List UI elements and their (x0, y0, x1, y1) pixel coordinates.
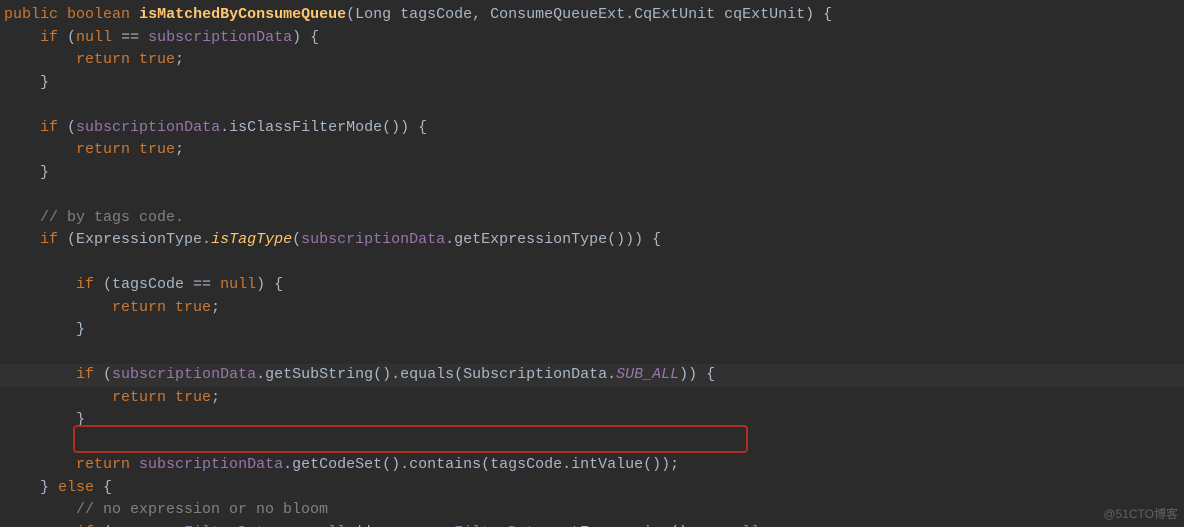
code-line[interactable]: return true; (0, 49, 1184, 72)
code-line[interactable]: if (consumerFilterData == null || consum… (0, 522, 1184, 527)
code-line[interactable] (0, 94, 1184, 117)
code-line[interactable]: public boolean isMatchedByConsumeQueue(L… (0, 4, 1184, 27)
code-line[interactable]: if (null == subscriptionData) { (0, 27, 1184, 50)
code-line[interactable]: if (subscriptionData.getSubString().equa… (0, 364, 1184, 387)
code-line-highlighted[interactable]: return subscriptionData.getCodeSet().con… (0, 454, 1184, 477)
code-line[interactable]: return true; (0, 387, 1184, 410)
code-line[interactable]: } (0, 409, 1184, 432)
watermark-label: @51CTO博客 (1103, 505, 1178, 523)
code-line[interactable] (0, 342, 1184, 365)
code-editor[interactable]: public boolean isMatchedByConsumeQueue(L… (0, 0, 1184, 527)
code-line[interactable]: if (ExpressionType.isTagType(subscriptio… (0, 229, 1184, 252)
code-line[interactable]: } (0, 319, 1184, 342)
code-line[interactable]: // no expression or no bloom (0, 499, 1184, 522)
code-line[interactable]: return true; (0, 297, 1184, 320)
code-line[interactable] (0, 184, 1184, 207)
code-line[interactable]: if (subscriptionData.isClassFilterMode()… (0, 117, 1184, 140)
code-line[interactable]: } (0, 162, 1184, 185)
code-line[interactable]: return true; (0, 139, 1184, 162)
code-line[interactable] (0, 252, 1184, 275)
code-line[interactable]: } else { (0, 477, 1184, 500)
code-line[interactable]: if (tagsCode == null) { (0, 274, 1184, 297)
code-line[interactable]: // by tags code. (0, 207, 1184, 230)
code-line[interactable]: } (0, 72, 1184, 95)
code-line[interactable] (0, 432, 1184, 455)
